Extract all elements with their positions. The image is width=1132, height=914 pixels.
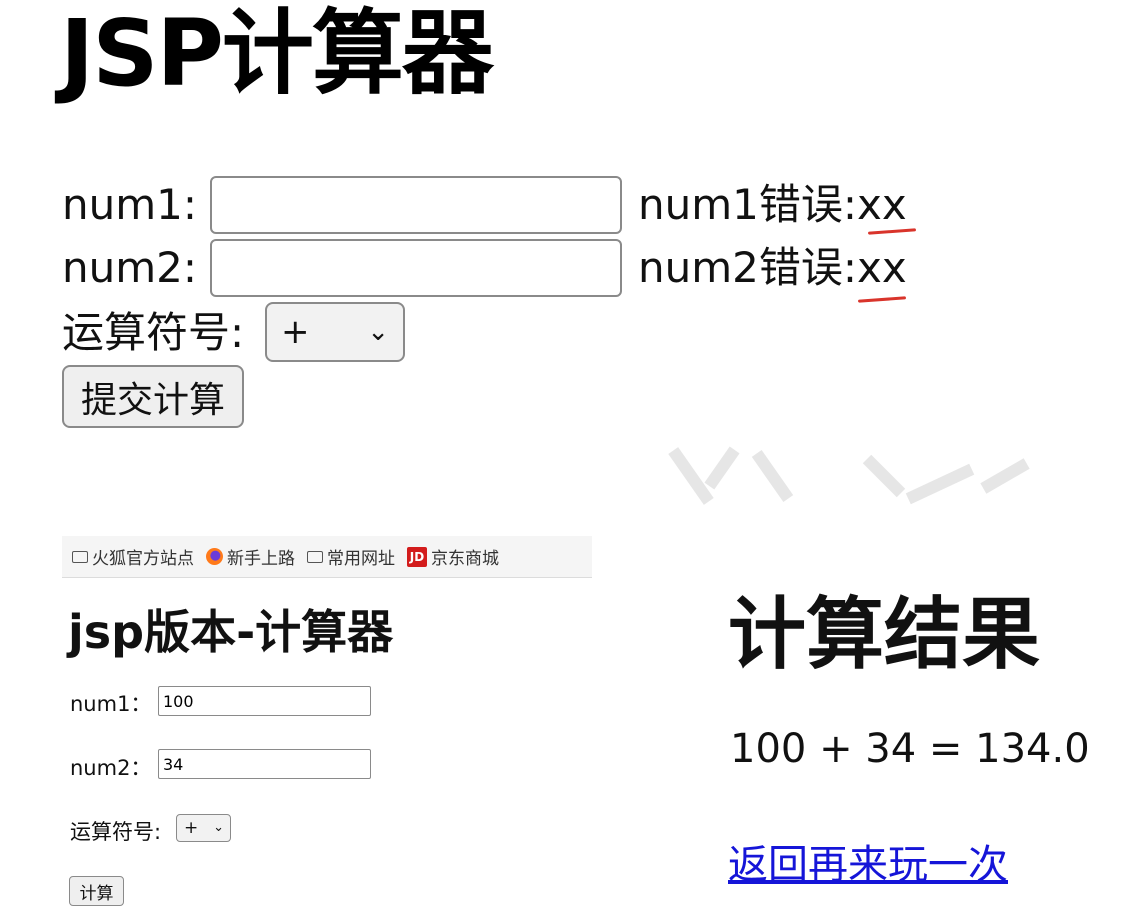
folder-icon	[307, 550, 323, 563]
jd-icon: JD	[407, 546, 427, 567]
num2-error-underline	[857, 296, 907, 303]
bookmark-label: 常用网址	[327, 549, 395, 569]
bookmark-label: 京东商城	[431, 549, 499, 569]
operator-select[interactable]: + ⌄	[176, 814, 231, 842]
submit-button[interactable]: 提交计算	[62, 365, 244, 428]
result-title: 计算结果	[728, 590, 1041, 680]
bookmarks-bar: 火狐官方站点 新手上路 常用网址 JD 京东商城	[62, 536, 592, 578]
operator-select-value: +	[281, 312, 310, 352]
num1-input[interactable]	[158, 686, 371, 716]
bookmark-item[interactable]: JD 京东商城	[407, 544, 499, 569]
operator-select-value: +	[184, 818, 199, 838]
firefox-icon	[206, 548, 223, 565]
operator-label: 运算符号:	[62, 308, 245, 357]
bookmark-item[interactable]: 火狐官方站点	[72, 544, 194, 569]
num2-label: num2：	[70, 756, 152, 780]
folder-icon	[72, 550, 88, 563]
bookmark-label: 火狐官方站点	[92, 549, 194, 569]
bookmark-item[interactable]: 新手上路	[206, 544, 295, 569]
operator-select[interactable]: + ⌄	[265, 302, 405, 362]
num2-error-text: num2错误:xx	[638, 243, 907, 292]
chevron-down-icon: ⌄	[213, 820, 224, 835]
bookmark-label: 新手上路	[227, 549, 295, 569]
num2-label: num2:	[62, 243, 198, 292]
num1-input[interactable]	[210, 176, 622, 234]
calculator-heading: jsp版本-计算器	[68, 605, 394, 659]
bookmark-item[interactable]: 常用网址	[307, 544, 395, 569]
page-title: JSP计算器	[60, 0, 494, 107]
num1-label: num1：	[70, 692, 152, 716]
num2-input[interactable]	[210, 239, 622, 297]
result-expression: 100 + 34 = 134.0	[730, 726, 1090, 772]
num1-label: num1:	[62, 180, 198, 229]
play-again-link[interactable]: 返回再来玩一次	[728, 832, 1008, 890]
calculate-button[interactable]: 计算	[69, 876, 124, 906]
chevron-down-icon: ⌄	[367, 317, 389, 347]
num1-error-text: num1错误:xx	[638, 180, 907, 229]
operator-label: 运算符号:	[70, 820, 162, 844]
num2-input[interactable]	[158, 749, 371, 779]
